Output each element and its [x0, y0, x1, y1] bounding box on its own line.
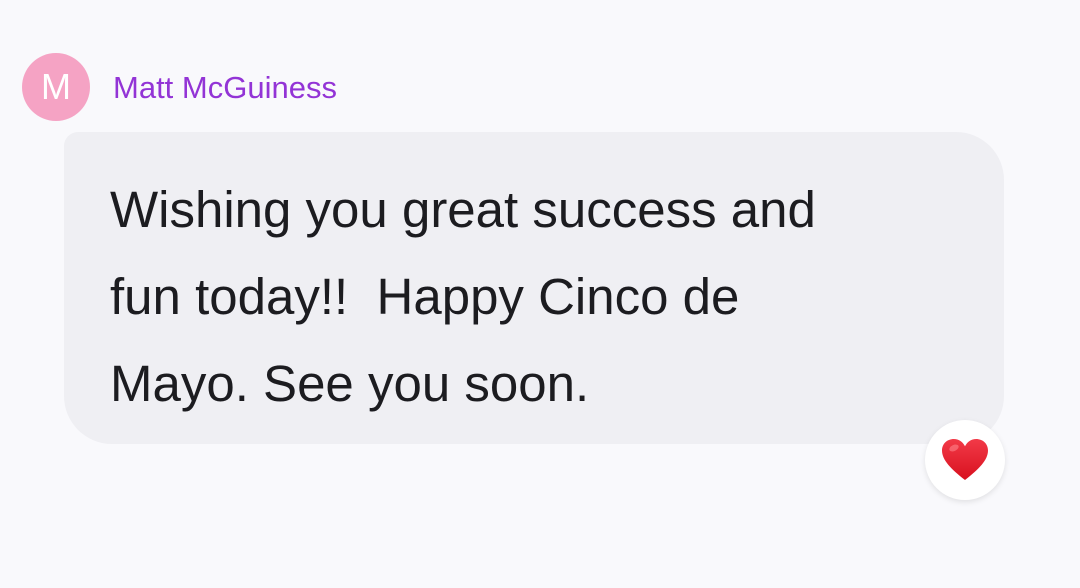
message-line: Mayo. See you soon. — [110, 355, 590, 412]
message-line: Wishing you great success and — [110, 181, 816, 238]
reaction-badge[interactable] — [925, 420, 1005, 500]
message-bubble[interactable]: Wishing you great success and fun today!… — [64, 132, 1004, 444]
sender-name: Matt McGuiness — [113, 70, 337, 105]
avatar-initial: M — [41, 66, 71, 107]
red-heart-icon — [942, 439, 988, 480]
avatar[interactable]: M — [22, 53, 90, 121]
message-line: fun today!! Happy Cinco de — [110, 268, 740, 325]
message-text: Wishing you great success and fun today!… — [110, 166, 958, 427]
